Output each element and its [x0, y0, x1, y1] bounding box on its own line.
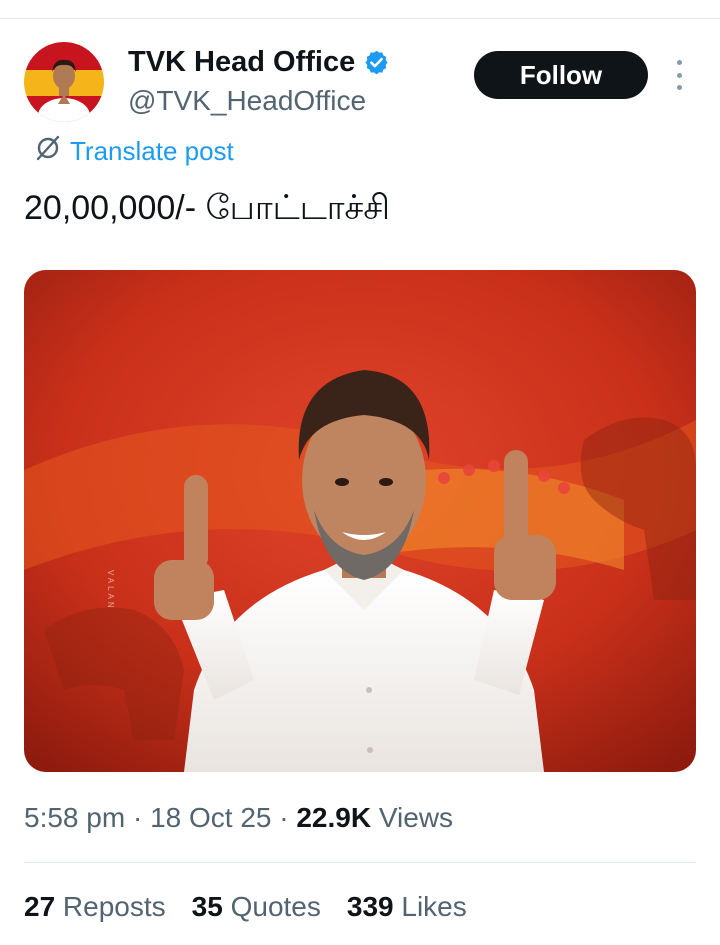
- translate-post-label[interactable]: Translate post: [70, 135, 234, 167]
- stats-divider: [24, 862, 696, 863]
- top-divider: [0, 18, 720, 19]
- author-block[interactable]: TVK Head Office @TVK_HeadOffice: [128, 44, 390, 120]
- meta-separator: ·: [125, 802, 151, 833]
- post-media-image[interactable]: VALAN: [24, 270, 696, 772]
- views-count: 22.9K: [296, 802, 372, 833]
- follow-button[interactable]: Follow: [474, 51, 648, 99]
- more-options-button[interactable]: [668, 60, 690, 90]
- reposts-stat[interactable]: 27 Reposts: [24, 889, 166, 925]
- avatar[interactable]: [24, 42, 104, 122]
- meta-separator: ·: [271, 802, 297, 833]
- translate-post-link[interactable]: Translate post: [34, 134, 234, 167]
- post-meta: 5:58 pm · 18 Oct 25 · 22.9K Views: [24, 800, 453, 836]
- likes-stat[interactable]: 339 Likes: [347, 889, 467, 925]
- post-date[interactable]: 18 Oct 25: [150, 802, 271, 833]
- likes-label: Likes: [393, 891, 467, 922]
- verified-badge-icon: [363, 49, 390, 76]
- quotes-stat[interactable]: 35 Quotes: [192, 889, 321, 925]
- more-dots-icon: [676, 60, 682, 65]
- likes-count: 339: [346, 891, 394, 922]
- quotes-count: 35: [191, 891, 223, 922]
- author-handle[interactable]: @TVK_HeadOffice: [128, 82, 390, 120]
- more-dots-icon: [676, 72, 682, 78]
- views-label: Views: [371, 802, 454, 833]
- more-dots-icon: [676, 85, 682, 90]
- post-time[interactable]: 5:58 pm: [24, 802, 125, 833]
- author-name-row[interactable]: TVK Head Office: [128, 44, 390, 80]
- engagement-stats: 27 Reposts 35 Quotes 339 Likes: [24, 889, 493, 925]
- svg-text:VALAN: VALAN: [106, 570, 115, 611]
- reposts-label: Reposts: [55, 891, 166, 922]
- translate-icon: [34, 134, 62, 167]
- quotes-label: Quotes: [222, 891, 321, 922]
- post-text: 20,00,000/- போட்டாச்சி: [24, 189, 391, 227]
- reposts-count: 27: [24, 891, 56, 922]
- author-display-name[interactable]: TVK Head Office: [128, 44, 355, 80]
